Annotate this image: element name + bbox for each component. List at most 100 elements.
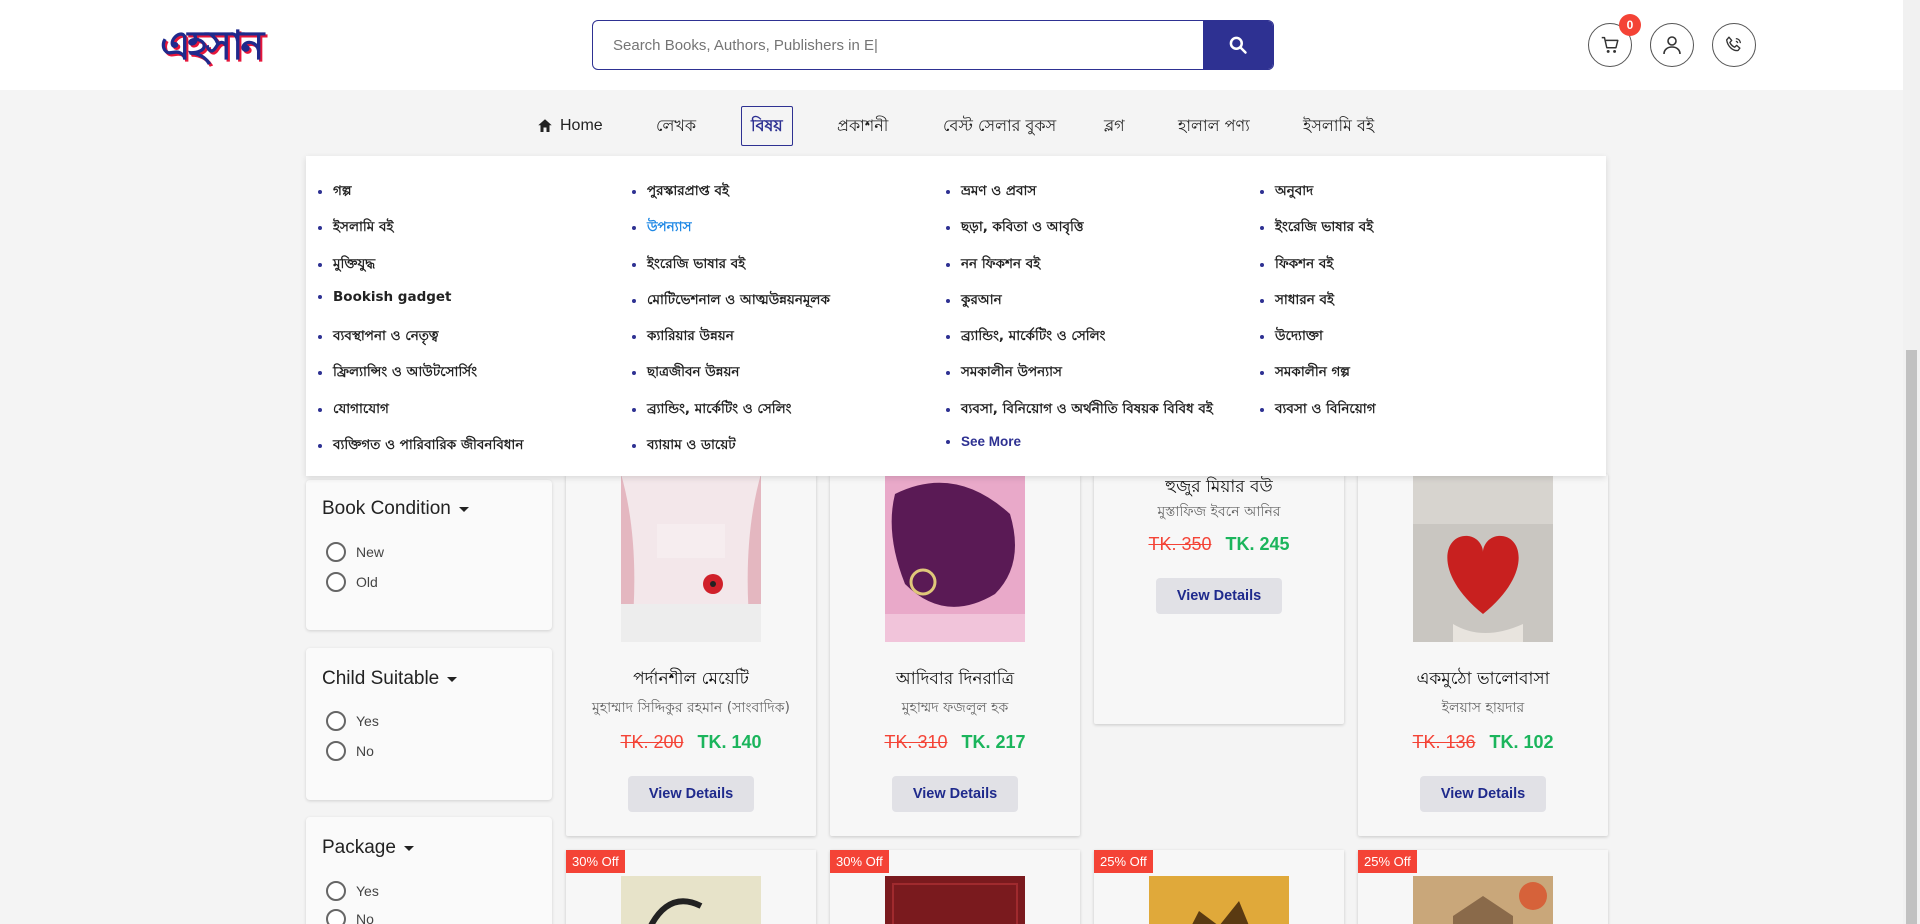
view-details-button[interactable]: View Details (1420, 776, 1546, 812)
view-details-button[interactable]: View Details (1156, 578, 1282, 614)
see-more-link[interactable]: See More (946, 434, 1021, 449)
caret-down-icon (447, 676, 458, 682)
scrollbar-thumb[interactable] (1906, 350, 1917, 924)
site-logo[interactable]: এহসান (160, 24, 264, 68)
filter-title-package[interactable]: Package (322, 837, 414, 859)
radio-icon (326, 711, 346, 731)
nav-subject[interactable]: বিষয় (741, 106, 793, 146)
user-icon (1663, 36, 1681, 55)
old-price: TK. 200 (620, 732, 684, 752)
account-button[interactable] (1650, 23, 1694, 67)
menu-item[interactable]: নন ফিকশন বই (946, 253, 1040, 276)
search-input[interactable] (593, 21, 1203, 69)
radio-condition-old[interactable]: Old (326, 572, 378, 592)
menu-item[interactable]: ইংরেজি ভাষার বই (1260, 216, 1373, 239)
menu-item[interactable]: সমকালীন উপন্যাস (946, 361, 1062, 384)
book-cover-image[interactable] (621, 474, 761, 642)
menu-item[interactable]: ব্যক্তিগত ও পারিবারিক জীবনবিধান (318, 434, 523, 457)
menu-item[interactable]: ছড়া, কবিতা ও আবৃত্তি (946, 216, 1084, 239)
product-title[interactable]: পর্দানশীল মেয়েটি (566, 666, 816, 694)
nav-publisher[interactable]: প্রকাশনী (837, 106, 888, 146)
book-cover-image[interactable] (885, 876, 1025, 924)
contact-button[interactable] (1712, 23, 1756, 67)
radio-package-yes[interactable]: Yes (326, 881, 379, 901)
product-author: ইলয়াস হায়দার (1441, 700, 1525, 716)
menu-item[interactable]: ইসলামি বই (318, 216, 394, 239)
sale-price: TK. 217 (961, 732, 1026, 752)
price-row: TK. 350 TK. 245 (1094, 534, 1344, 555)
product-card[interactable]: একমুঠো ভালোবাসা ইলয়াস হায়দার TK. 136 T… (1358, 474, 1608, 836)
nav-islamic-books[interactable]: ইসলামি বই (1303, 106, 1374, 146)
filter-title-child[interactable]: Child Suitable (322, 668, 458, 690)
product-title[interactable]: আদিবার দিনরাত্রি (830, 666, 1080, 694)
view-details-button[interactable]: View Details (628, 776, 754, 812)
menu-item[interactable]: উদ্যোক্তা (1260, 325, 1323, 348)
product-card[interactable]: 30% Off (566, 850, 816, 924)
menu-item[interactable]: গল্প (318, 180, 352, 203)
price-row: TK. 310 TK. 217 (830, 732, 1080, 753)
menu-item[interactable]: ফ্রিল্যান্সিং ও আউটসোর্সিং (318, 361, 477, 384)
nav-best-seller[interactable]: বেস্ট সেলার বুকস (943, 106, 1056, 146)
search-bar (592, 20, 1274, 70)
menu-item-hovered[interactable]: উপন্যাস (632, 216, 692, 239)
product-author: মুহাম্মদ ফজলুল হক (901, 700, 1009, 716)
menu-item[interactable]: কুরআন (946, 289, 1002, 312)
radio-condition-new[interactable]: New (326, 542, 384, 562)
menu-item[interactable]: ছাত্রজীবন উন্নয়ন (632, 361, 739, 384)
product-title[interactable]: একমুঠো ভালোবাসা (1358, 666, 1608, 694)
menu-item[interactable]: ইংরেজি ভাষার বই (632, 253, 745, 276)
sale-price: TK. 140 (697, 732, 762, 752)
view-details-button[interactable]: View Details (892, 776, 1018, 812)
menu-item[interactable]: সাধারন বই (1260, 289, 1334, 312)
search-button[interactable] (1203, 21, 1273, 69)
menu-item[interactable]: অনুবাদ (1260, 180, 1313, 203)
menu-item[interactable]: ব্যবসা, বিনিয়োগ ও অর্থনীতি বিষয়ক বিবিধ… (946, 398, 1213, 421)
radio-package-no[interactable]: No (326, 909, 374, 924)
menu-item[interactable]: ব্যবস্থাপনা ও নেতৃত্ব (318, 325, 439, 348)
product-title[interactable]: হুজুর মিয়ার বউ (1094, 474, 1344, 502)
caret-down-icon (403, 845, 414, 851)
menu-item[interactable]: ক্যারিয়ার উন্নয়ন (632, 325, 734, 348)
menu-item[interactable]: পুরস্কারপ্রাপ্ত বই (632, 180, 729, 203)
nav-blog[interactable]: ব্লগ (1104, 106, 1125, 146)
cart-icon (1601, 36, 1619, 53)
book-cover-image[interactable] (1413, 876, 1553, 924)
sale-price: TK. 245 (1225, 534, 1290, 554)
menu-item[interactable]: যোগাযোগ (318, 398, 389, 421)
nav-writer[interactable]: লেখক (656, 106, 696, 146)
filter-title-condition[interactable]: Book Condition (322, 498, 469, 520)
product-card[interactable]: 30% Off (830, 850, 1080, 924)
menu-item[interactable]: মুক্তিযুদ্ধ (318, 253, 375, 276)
product-card[interactable]: আদিবার দিনরাত্রি মুহাম্মদ ফজলুল হক TK. 3… (830, 474, 1080, 836)
product-card[interactable]: 25% Off (1094, 850, 1344, 924)
product-card[interactable]: হুজুর মিয়ার বউ মুস্তাফিজ ইবনে আনির TK. … (1094, 474, 1344, 724)
menu-item[interactable]: ব্র্যান্ডিং, মার্কেটিং ও সেলিং (946, 325, 1106, 348)
nav-halal-products[interactable]: হালাল পণ্য (1178, 106, 1250, 146)
product-card[interactable]: পর্দানশীল মেয়েটি মুহাম্মাদ সিদ্দিকুর রহ… (566, 474, 816, 836)
menu-item[interactable]: ব্যবসা ও বিনিয়োগ (1260, 398, 1376, 421)
filter-book-condition: Book Condition New Old (306, 480, 552, 630)
radio-child-yes[interactable]: Yes (326, 711, 379, 731)
menu-item[interactable]: ভ্রমণ ও প্রবাস (946, 180, 1036, 203)
menu-item[interactable]: মোটিভেশনাল ও আত্মউন্নয়নমূলক (632, 289, 830, 312)
book-cover-image[interactable] (1149, 876, 1289, 924)
book-cover-image[interactable] (885, 474, 1025, 642)
nav-home[interactable]: Home (536, 106, 603, 146)
book-cover-image[interactable] (621, 876, 761, 924)
radio-icon (326, 741, 346, 761)
menu-item[interactable]: ফিকশন বই (1260, 253, 1333, 276)
site-header: এহসান 0 (0, 0, 1920, 90)
product-author: মুস্তাফিজ ইবনে আনির (1157, 504, 1281, 520)
cart-button[interactable]: 0 (1588, 14, 1641, 67)
menu-item[interactable]: ব্র্যান্ডিং, মার্কেটিং ও সেলিং (632, 398, 792, 421)
product-card[interactable]: 25% Off (1358, 850, 1608, 924)
menu-item[interactable]: সমকালীন গল্প (1260, 361, 1350, 384)
discount-badge: 25% Off (1358, 850, 1417, 873)
phone-icon (1725, 36, 1742, 52)
discount-badge: 30% Off (566, 850, 625, 873)
menu-item[interactable]: ব্যায়াম ও ডায়েট (632, 434, 736, 457)
book-cover-image[interactable] (1413, 474, 1553, 642)
radio-child-no[interactable]: No (326, 741, 374, 761)
menu-item[interactable]: Bookish gadget (318, 289, 452, 305)
page-scrollbar[interactable] (1903, 0, 1920, 924)
